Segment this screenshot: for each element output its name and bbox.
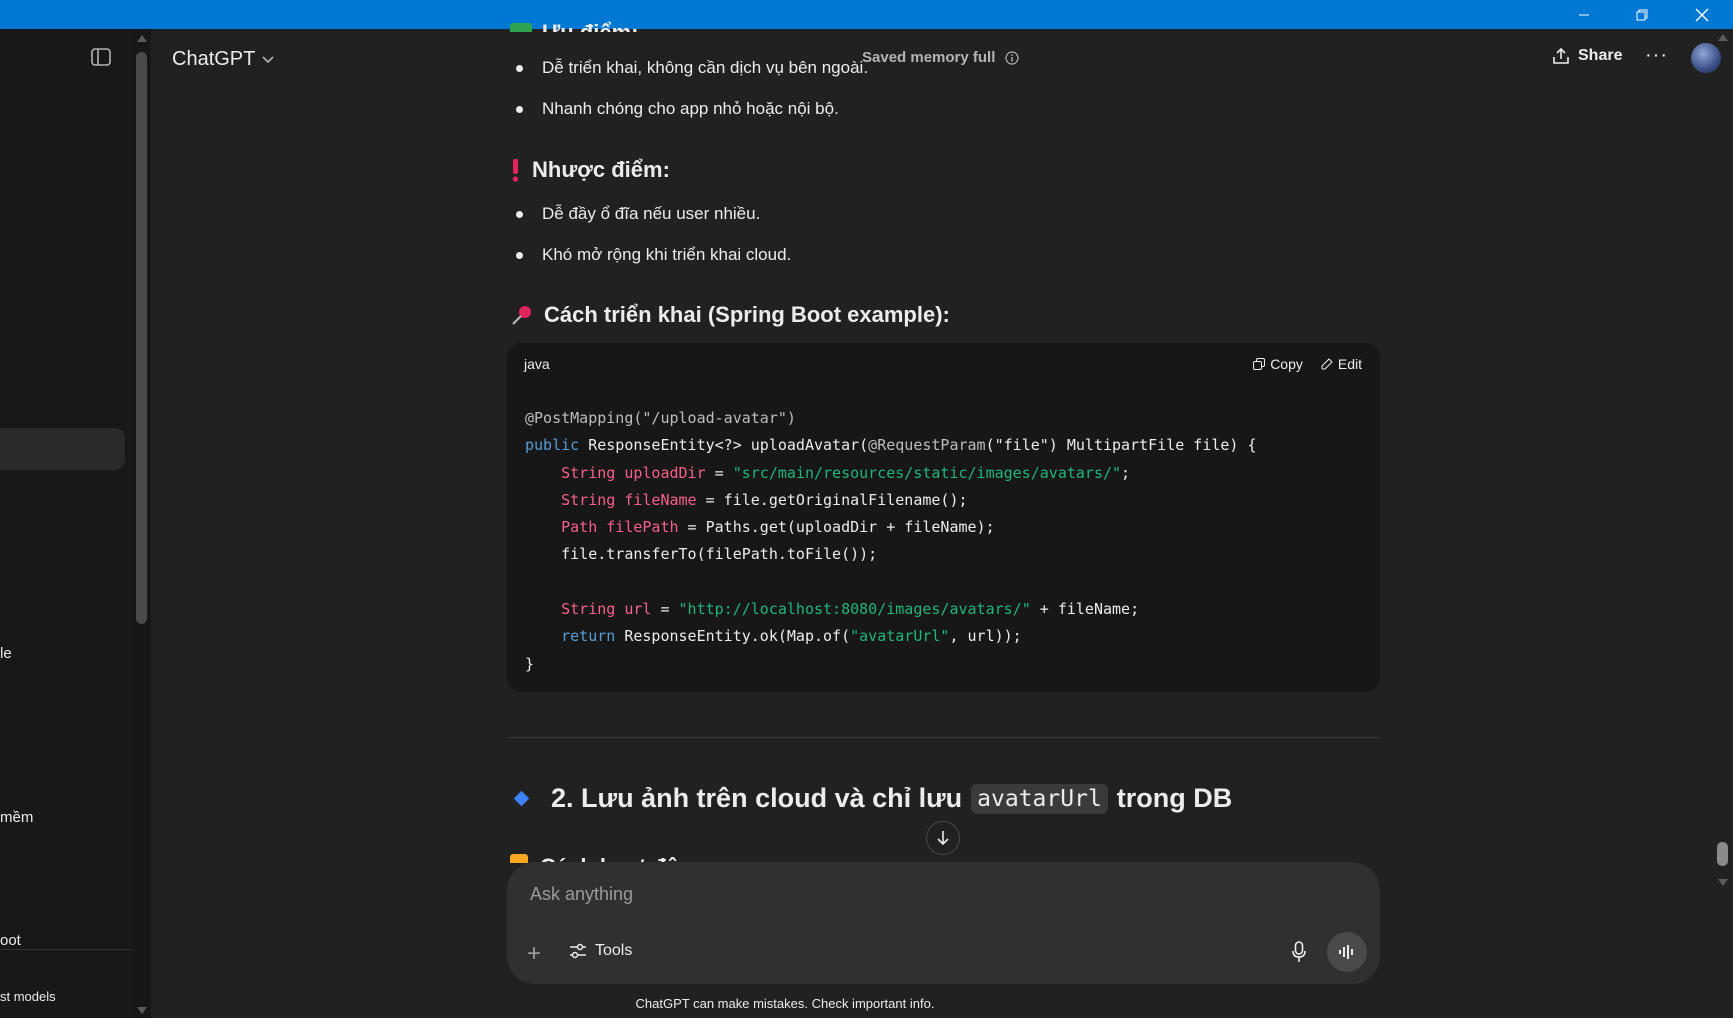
info-icon [1005, 50, 1019, 65]
tools-button[interactable]: Tools [569, 942, 632, 960]
cons-heading: Nhược điểm: [510, 157, 670, 183]
close-icon [1695, 8, 1709, 21]
minimize-button[interactable] [1561, 0, 1607, 29]
sidebar-toggle-icon [91, 48, 111, 66]
share-button[interactable]: Share [1552, 47, 1622, 65]
section-divider [507, 737, 1380, 738]
section-2-heading: 2. Lưu ảnh trên cloud và chỉ lưu avatarU… [513, 783, 1232, 814]
hand-icon [510, 854, 528, 863]
bullet-icon [516, 251, 523, 259]
copy-icon [1253, 358, 1266, 370]
copy-button[interactable]: Copy [1253, 356, 1303, 372]
pencil-icon [1321, 358, 1333, 370]
list-item: Khó mở rộng khi triển khai cloud. [516, 245, 791, 265]
waveform-icon [1339, 945, 1353, 959]
voice-mode-button[interactable] [1327, 932, 1367, 972]
code-content: @PostMapping("/upload-avatar") public Re… [525, 409, 1257, 673]
sidebar-divider [0, 949, 133, 950]
scroll-to-bottom-button[interactable] [926, 821, 960, 855]
ellipsis-icon: ··· [1645, 44, 1668, 66]
list-item: Dễ đầy ổ đĩa nếu user nhiều. [516, 204, 760, 224]
share-label: Share [1578, 47, 1623, 64]
sidebar [0, 29, 151, 1018]
edit-button[interactable]: Edit [1321, 356, 1362, 372]
plus-icon: + [527, 940, 542, 967]
restore-icon [1636, 9, 1648, 20]
model-name: ChatGPT [172, 48, 256, 70]
prompt-input[interactable] [530, 884, 1330, 905]
exclamation-icon [512, 159, 519, 182]
window-titlebar [0, 0, 1733, 29]
tools-label: Tools [595, 942, 633, 959]
sidebar-toggle-button[interactable] [91, 48, 111, 71]
code-language: java [524, 356, 550, 372]
close-button[interactable] [1679, 0, 1725, 29]
memory-status[interactable]: Saved memory full [862, 49, 1019, 66]
disclaimer: ChatGPT can make mistakes. Check importa… [635, 996, 935, 1011]
more-options-button[interactable]: ··· [1645, 44, 1668, 67]
code-actions: Copy Edit [1253, 356, 1362, 372]
chevron-down-icon [262, 55, 274, 63]
bullet-icon [516, 210, 523, 218]
minimize-icon [1579, 14, 1589, 15]
arrow-down-icon [937, 831, 949, 846]
sidebar-item[interactable]: le [0, 645, 12, 662]
list-item: Dễ triển khai, không cần dịch vụ bên ngo… [516, 58, 868, 78]
pushpin-icon [512, 306, 531, 325]
scroll-up-arrow-icon[interactable] [136, 34, 148, 44]
avatar[interactable] [1691, 43, 1721, 73]
list-item: Nhanh chóng cho app nhỏ hoặc nội bộ. [516, 99, 839, 119]
sidebar-item[interactable]: oot [0, 932, 21, 949]
pros-heading: Ưu điểm: [510, 20, 638, 32]
attach-button[interactable]: + [527, 940, 541, 968]
sliders-icon [570, 943, 586, 959]
page-scroll-up-icon[interactable] [1717, 33, 1729, 43]
implementation-heading: Cách triển khai (Spring Boot example): [510, 302, 950, 328]
page-scroll-down-icon[interactable] [1717, 877, 1729, 887]
share-icon [1553, 47, 1569, 64]
bullet-icon [516, 105, 523, 113]
restore-button[interactable] [1619, 0, 1665, 29]
composer: + Tools [507, 862, 1380, 984]
blue-diamond-icon [513, 790, 530, 807]
inline-code: avatarUrl [971, 783, 1108, 814]
model-selector[interactable]: ChatGPT [172, 48, 275, 71]
sidebar-item-active[interactable] [0, 428, 125, 470]
check-icon [510, 23, 532, 32]
sidebar-scroll-thumb[interactable] [136, 52, 147, 624]
code-block: java Copy Edit @PostMapping("/upload-ava… [507, 343, 1380, 692]
microphone-icon [1292, 941, 1306, 962]
page-scroll-thumb[interactable] [1717, 842, 1728, 866]
memory-status-label: Saved memory full [862, 49, 996, 66]
bullet-icon [516, 64, 523, 72]
dictate-button[interactable] [1291, 941, 1307, 968]
sidebar-item[interactable]: mềm [0, 809, 33, 826]
